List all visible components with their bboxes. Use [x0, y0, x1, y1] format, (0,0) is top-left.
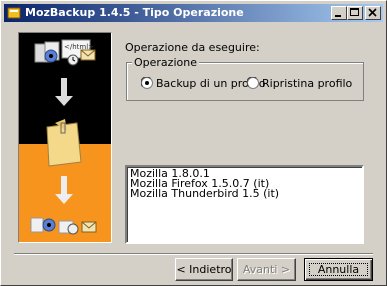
arrow-down-icon	[55, 176, 73, 204]
radio-restore-label[interactable]: Ripristina profilo	[262, 77, 352, 90]
next-button[interactable]: Avanti >	[237, 258, 296, 281]
maximize-icon	[350, 8, 359, 16]
side-banner: </html>	[18, 32, 112, 243]
restored-files-icon	[30, 217, 97, 235]
folder-icon	[46, 119, 82, 167]
minimize-icon	[335, 15, 341, 17]
operation-label: Operazione da eseguire:	[125, 41, 260, 54]
arrow-down-icon	[55, 78, 73, 106]
clock-icon	[67, 54, 79, 66]
close-icon	[368, 8, 377, 17]
maximize-button[interactable]	[347, 6, 363, 20]
cancel-button[interactable]: Annulla	[304, 258, 373, 281]
radio-restore[interactable]	[247, 77, 259, 89]
back-button[interactable]: < Indietro	[175, 258, 233, 281]
footer-separator	[14, 253, 373, 255]
mozbackup-app-icon	[7, 7, 21, 19]
radio-backup[interactable]	[141, 77, 153, 89]
banner-illustration: </html>	[30, 39, 97, 235]
gear-icon	[44, 49, 58, 63]
groupbox-title: Operazione	[132, 56, 199, 69]
envelope-icon	[80, 49, 96, 61]
minimize-button[interactable]	[331, 6, 347, 20]
focus-rect	[309, 263, 368, 276]
title-bar[interactable]: MozBackup 1.4.5 - Tipo Operazione	[4, 4, 383, 22]
app-window: MozBackup 1.4.5 - Tipo Operazione </html…	[0, 0, 387, 286]
window-title: MozBackup 1.4.5 - Tipo Operazione	[25, 6, 244, 19]
list-item[interactable]: Mozilla Thunderbird 1.5 (it)	[130, 188, 359, 199]
profiles-listbox[interactable]: Mozilla 1.8.0.1 Mozilla Firefox 1.5.0.7 …	[125, 165, 364, 244]
close-button[interactable]	[365, 6, 381, 20]
